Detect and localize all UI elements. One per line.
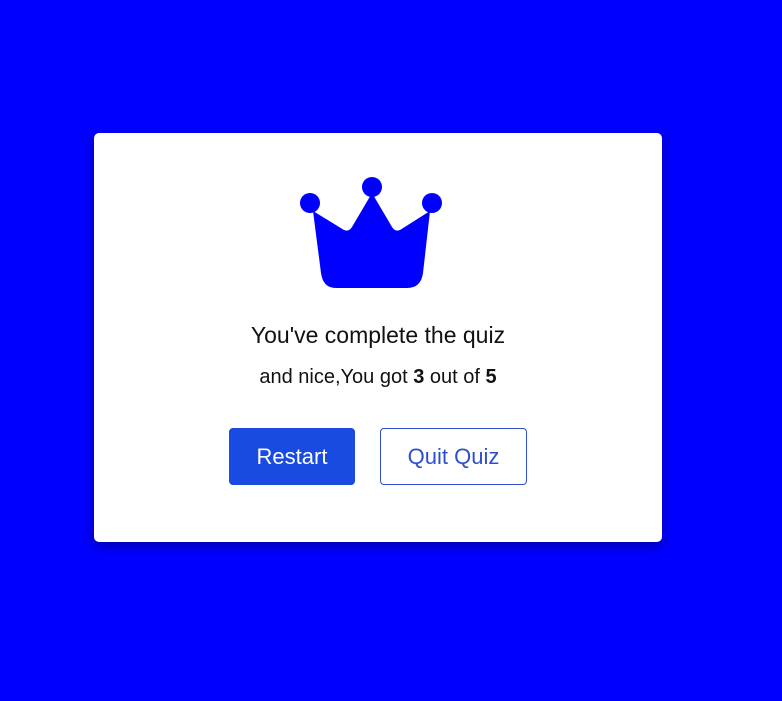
restart-button[interactable]: Restart [229, 428, 355, 485]
score-value: 3 [413, 366, 425, 388]
score-text: and nice,You got 3 out of 5 [94, 366, 662, 389]
completion-title: You've complete the quiz [250, 322, 506, 348]
quit-quiz-button[interactable]: Quit Quiz [380, 428, 527, 485]
crown-icon [300, 177, 442, 288]
score-prefix: and nice,You got [259, 366, 408, 388]
score-total: 5 [485, 366, 497, 388]
result-card: You've complete the quiz and nice,You go… [94, 133, 662, 542]
score-middle: out of [429, 366, 480, 388]
